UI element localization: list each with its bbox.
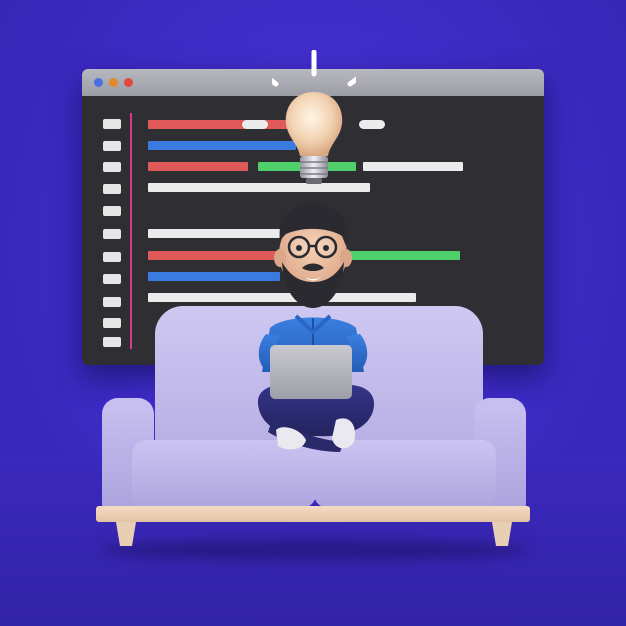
laptop-icon (270, 345, 352, 399)
illustration-scene (0, 0, 626, 626)
character-illustration (257, 203, 375, 452)
